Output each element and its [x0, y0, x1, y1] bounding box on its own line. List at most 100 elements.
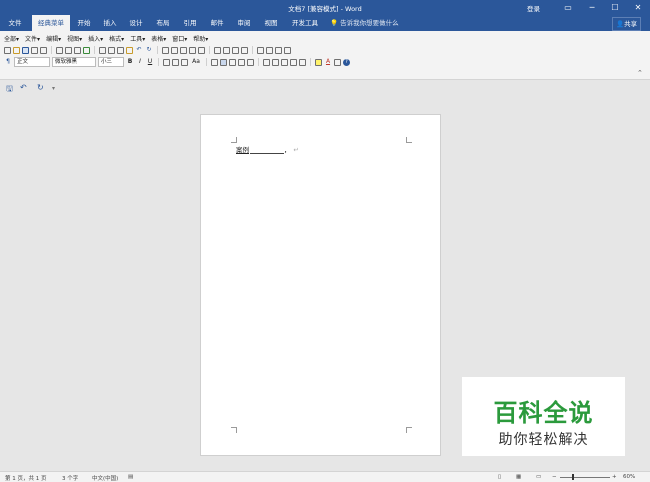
redo-icon[interactable]: ↻ — [145, 46, 153, 54]
tab-classic-menu[interactable]: 经典菜单 — [32, 15, 70, 31]
tell-me-text: 告诉我你想要做什么 — [340, 19, 399, 27]
bullets-icon[interactable] — [272, 58, 279, 66]
menu-tools[interactable]: 工具▾ — [130, 34, 145, 43]
thesaurus-icon[interactable] — [74, 46, 81, 54]
justify-icon[interactable] — [238, 58, 245, 66]
tab-references[interactable]: 引用 — [180, 15, 200, 31]
numbering-icon[interactable] — [263, 58, 270, 66]
check-icon[interactable] — [83, 46, 90, 54]
char-border-icon[interactable] — [163, 58, 170, 66]
title-bar: 文档7 [兼容模式] - Word 登录 ▭ ─ ☐ ✕ — [0, 0, 650, 15]
distribute-icon[interactable] — [247, 58, 254, 66]
open-folder-icon[interactable] — [13, 46, 20, 54]
zoom-level[interactable]: 60% — [623, 474, 635, 480]
menu-insert[interactable]: 插入▾ — [88, 34, 103, 43]
style-select[interactable]: 正文 — [14, 57, 50, 67]
document-map-icon[interactable] — [214, 46, 221, 54]
decrease-indent-icon[interactable] — [281, 58, 288, 66]
tab-design[interactable]: 设计 — [126, 15, 146, 31]
menu-window[interactable]: 窗口▾ — [172, 34, 187, 43]
show-marks-icon[interactable] — [223, 46, 230, 54]
menu-view[interactable]: 视图▾ — [67, 34, 82, 43]
text-effects-icon[interactable] — [334, 58, 341, 66]
customize-qat-icon[interactable]: ▾ — [52, 85, 55, 92]
share-button[interactable]: 👤共享 — [612, 17, 642, 31]
menu-file[interactable]: 文件▾ — [25, 34, 40, 43]
save-icon[interactable]: 🖫 — [6, 83, 13, 97]
zoom-icon[interactable] — [232, 46, 239, 54]
sort-icon[interactable] — [299, 58, 306, 66]
document-page[interactable]: 案例 ， ↵ — [200, 114, 441, 456]
tab-mailings[interactable]: 邮件 — [207, 15, 227, 31]
menu-table[interactable]: 表格▾ — [151, 34, 166, 43]
macro-record-icon[interactable]: ▤ — [128, 474, 133, 480]
print-layout-icon[interactable]: ▦ — [516, 474, 521, 480]
underline-button[interactable]: U — [146, 58, 154, 66]
undo-icon[interactable]: ↶ — [135, 46, 143, 54]
font-select[interactable]: 微软雅黑 — [52, 57, 96, 67]
increase-indent-icon[interactable] — [290, 58, 297, 66]
read-mode-icon[interactable]: ▯ — [498, 474, 501, 480]
font-size-select[interactable]: 小三 — [98, 57, 124, 67]
bold-button[interactable]: B — [126, 58, 134, 66]
change-case-button[interactable]: Aa — [190, 58, 202, 66]
menu-all[interactable]: 全部▾ — [4, 34, 19, 43]
spelling-icon[interactable] — [56, 46, 63, 54]
tell-me-box[interactable]: 💡 告诉我你想要做什么 — [330, 15, 399, 31]
web-layout-icon[interactable]: ▭ — [536, 474, 541, 480]
status-bar: 第 1 页，共 1 页 3 个字 中文(中国) ▤ ▯ ▦ ▭ − + 60% — [0, 471, 650, 482]
align-right-icon[interactable] — [229, 58, 236, 66]
textbox-icon[interactable] — [284, 46, 291, 54]
redo-icon[interactable]: ↻ — [37, 83, 44, 92]
format-painter-icon[interactable] — [126, 46, 133, 54]
clear-format-icon[interactable] — [181, 58, 188, 66]
zoom-slider-thumb[interactable] — [572, 474, 574, 480]
print-preview-icon[interactable] — [40, 46, 47, 54]
restore-button[interactable]: ☐ — [603, 0, 627, 15]
envelope-icon[interactable] — [257, 46, 264, 54]
collapse-ribbon-icon[interactable]: ⌃ — [637, 69, 643, 77]
tab-file[interactable]: 文件 — [4, 15, 26, 31]
drawing-icon[interactable] — [198, 46, 205, 54]
paste-icon[interactable] — [117, 46, 124, 54]
login-link[interactable]: 登录 — [527, 3, 540, 13]
columns-icon[interactable] — [189, 46, 196, 54]
table-icon[interactable] — [171, 46, 178, 54]
char-shading-icon[interactable] — [172, 58, 179, 66]
styles-pane-icon[interactable]: ¶ — [4, 58, 12, 66]
tab-home[interactable]: 开始 — [74, 15, 94, 31]
zoom-out-icon[interactable]: − — [552, 474, 557, 480]
undo-icon[interactable]: ↶ — [20, 83, 27, 92]
label-icon[interactable] — [266, 46, 273, 54]
tab-review[interactable]: 审阅 — [234, 15, 254, 31]
menu-edit[interactable]: 编辑▾ — [46, 34, 61, 43]
research-icon[interactable] — [65, 46, 72, 54]
font-color-icon[interactable]: A — [324, 58, 332, 66]
hyperlink-icon[interactable] — [162, 46, 169, 54]
tab-insert[interactable]: 插入 — [100, 15, 120, 31]
tab-developer[interactable]: 开发工具 — [288, 15, 322, 31]
close-button[interactable]: ✕ — [626, 0, 650, 15]
frame-icon[interactable] — [241, 46, 248, 54]
menu-help[interactable]: 帮助▾ — [193, 34, 208, 43]
menu-format[interactable]: 格式▾ — [109, 34, 124, 43]
save-icon[interactable] — [22, 46, 29, 54]
copy-icon[interactable] — [108, 46, 115, 54]
new-document-icon[interactable] — [4, 46, 11, 54]
document-text[interactable]: 案例 ， ↵ — [236, 144, 299, 154]
minimize-button[interactable]: ─ — [580, 0, 604, 15]
tab-view[interactable]: 视图 — [261, 15, 281, 31]
help-icon[interactable]: ? — [343, 58, 350, 66]
ribbon-display-icon[interactable]: ▭ — [556, 0, 580, 15]
align-left-icon[interactable] — [211, 58, 218, 66]
align-center-icon[interactable] — [220, 58, 227, 66]
tab-layout[interactable]: 布局 — [153, 15, 173, 31]
highlight-icon[interactable] — [315, 58, 322, 66]
italic-button[interactable]: I — [136, 58, 144, 66]
cut-icon[interactable] — [99, 46, 106, 54]
zoom-slider[interactable] — [560, 477, 610, 478]
shape-icon[interactable] — [275, 46, 282, 54]
insert-table-icon[interactable] — [180, 46, 187, 54]
print-icon[interactable] — [31, 46, 38, 54]
zoom-in-icon[interactable]: + — [612, 474, 617, 480]
